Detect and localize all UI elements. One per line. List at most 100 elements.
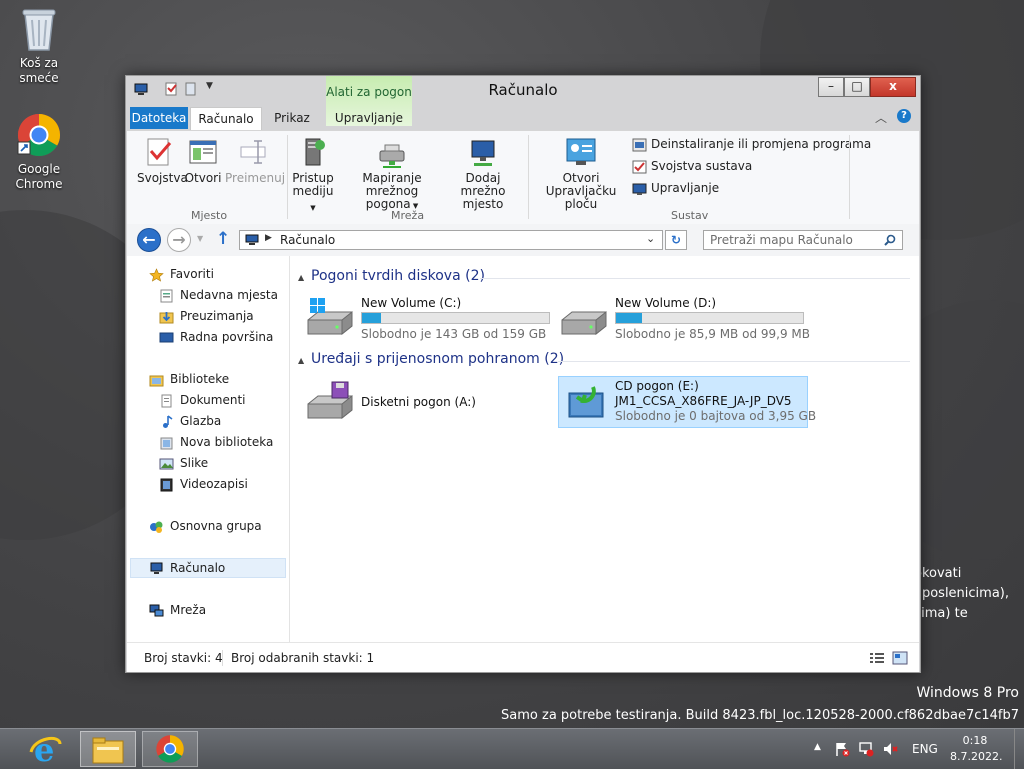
nav-recent-places[interactable]: Nedavna mjesta [159, 285, 278, 305]
volume-muted-icon[interactable] [882, 741, 898, 757]
properties-button[interactable]: Svojstva [137, 137, 188, 185]
tiles-view-icon[interactable] [892, 651, 908, 665]
floppy-drive-a[interactable]: Disketni pogon (A:) [306, 378, 556, 426]
tab-computer[interactable]: Računalo [190, 107, 262, 130]
chrome-icon [156, 735, 184, 763]
recycle-bin-desktop-icon[interactable]: Koš za smeće [0, 6, 78, 86]
taskbar: e ▲ ENG 0:18 8.7.2022. [0, 728, 1024, 769]
removable-storage-section-header[interactable]: Uređaji s prijenosnom pohranom (2) [311, 351, 564, 367]
tab-file[interactable]: Datoteka [130, 107, 188, 129]
media-server-icon [305, 138, 325, 166]
background-text-1: okovati [914, 566, 962, 581]
input-language-indicator[interactable]: ENG [912, 742, 938, 756]
taskbar-internet-explorer[interactable]: e [18, 731, 74, 767]
floppy-drive-icon [307, 381, 353, 420]
hard-drives-section-header[interactable]: Pogoni tvrdih diskova (2) [311, 268, 485, 284]
address-path: Računalo [280, 233, 336, 247]
close-button[interactable]: x [870, 77, 916, 97]
nav-downloads[interactable]: Preuzimanja [159, 306, 254, 326]
nav-homegroup-label: Osnovna grupa [170, 519, 262, 533]
nav-pictures-label: Slike [180, 456, 209, 470]
taskbar-file-explorer[interactable] [80, 731, 136, 767]
open-button[interactable]: Otvori [183, 137, 223, 185]
nav-homegroup[interactable]: Osnovna grupa [149, 516, 262, 536]
uninstall-icon [632, 138, 647, 151]
nav-libraries[interactable]: Biblioteke [149, 369, 229, 389]
nav-videos[interactable]: Videozapisi [159, 474, 248, 494]
videos-icon [160, 478, 173, 491]
ribbon: Svojstva Otvori Preimenuj Mjesto Pristup… [127, 130, 919, 225]
nav-computer[interactable]: Računalo [149, 558, 225, 578]
help-icon[interactable]: ? [897, 109, 911, 123]
taskbar-chrome[interactable] [142, 731, 198, 767]
map-network-drive-button[interactable]: Mapiranje mrežnog pogona ▼ [339, 137, 445, 213]
drive-c[interactable]: New Volume (C:) Slobodno je 143 GB od 15… [306, 294, 556, 344]
clock[interactable]: 0:18 8.7.2022. [950, 733, 1003, 765]
drive-c-free-space: Slobodno je 143 GB od 159 GB [361, 327, 547, 341]
tab-manage[interactable]: Upravljanje [329, 107, 409, 129]
network-status-icon[interactable] [858, 741, 874, 757]
chrome-desktop-icon[interactable]: Google Chrome [0, 112, 78, 192]
library-icon [160, 437, 173, 449]
manage-button[interactable]: Upravljanje [632, 179, 719, 197]
up-arrow-icon[interactable]: ↑ [216, 229, 230, 249]
rename-button: Preimenuj [225, 137, 285, 185]
network-icon [149, 604, 164, 616]
address-dropdown-icon[interactable]: ⌄ [646, 232, 655, 245]
clock-date: 8.7.2022. [950, 750, 1003, 763]
collapse-group-icon[interactable]: ▲ [298, 273, 304, 282]
minimize-button[interactable]: – [818, 77, 844, 97]
details-view-icon[interactable] [869, 651, 885, 665]
recycle-bin-label: Koš za smeće [19, 56, 59, 85]
drive-c-name: New Volume (C:) [361, 296, 462, 310]
forward-button[interactable]: → [167, 228, 191, 252]
back-button[interactable]: ← [137, 228, 161, 252]
system-properties-button[interactable]: Svojstva sustava [632, 157, 752, 175]
nav-downloads-label: Preuzimanja [180, 309, 254, 323]
nav-desktop[interactable]: Radna površina [159, 327, 273, 347]
nav-network[interactable]: Mreža [149, 600, 206, 620]
collapse-ribbon-icon[interactable]: ︿ [875, 109, 887, 126]
libraries-icon [149, 375, 164, 386]
build-watermark: Samo za potrebe testiranja. Build 8423.f… [501, 708, 1019, 723]
pictures-icon [159, 458, 174, 469]
drive-d[interactable]: New Volume (D:) Slobodno je 85,9 MB od 9… [560, 294, 810, 344]
address-bar[interactable]: ▶ Računalo ⌄ [239, 230, 663, 250]
recent-locations-icon[interactable]: ▼ [197, 234, 203, 243]
add-network-location-button[interactable]: Dodaj mrežno mjesto [443, 137, 523, 211]
uninstall-program-button[interactable]: Deinstaliranje ili promjena programa [632, 135, 871, 153]
nav-favorites-label: Favoriti [170, 267, 214, 281]
open-control-panel-button[interactable]: Otvori Upravljačku ploču [531, 137, 631, 211]
refresh-button[interactable]: ↻ [665, 230, 687, 250]
tab-view[interactable]: Prikaz [267, 107, 317, 129]
drive-c-usage-bar [361, 312, 550, 324]
title-bar[interactable]: ▼ Alati za pogon Računalo – □ x [126, 76, 920, 126]
action-center-flag-icon[interactable] [834, 741, 850, 757]
search-input[interactable]: Pretraži mapu Računalo [703, 230, 903, 250]
system-properties-label: Svojstva sustava [651, 159, 753, 173]
drive-c-usage-fill [362, 313, 381, 323]
explorer-window: ▼ Alati za pogon Računalo – □ x Datoteka… [125, 75, 921, 673]
show-hidden-icons-icon[interactable]: ▲ [814, 742, 821, 752]
access-media-button[interactable]: Pristup mediju ▼ [291, 137, 335, 215]
cd-drive-name: CD pogon (E:) [615, 379, 699, 393]
nav-pictures[interactable]: Slike [159, 453, 208, 473]
show-desktop-button[interactable] [1014, 729, 1024, 769]
nav-new-library[interactable]: Nova biblioteka [159, 432, 273, 452]
access-media-label-2: mediju [292, 184, 334, 198]
nav-new-library-label: Nova biblioteka [180, 435, 274, 449]
nav-documents[interactable]: Dokumenti [159, 390, 245, 410]
nav-music[interactable]: Glazba [159, 411, 221, 431]
cd-drive-e[interactable]: CD pogon (E:) JM1_CCSA_X86FRE_JA-JP_DV5 … [558, 376, 816, 428]
recent-places-icon [160, 289, 173, 302]
computer-small-icon [245, 234, 259, 245]
maximize-button[interactable]: □ [844, 77, 870, 97]
drive-d-usage-fill [616, 313, 643, 323]
breadcrumb-separator-icon: ▶ [265, 233, 272, 243]
nav-favorites[interactable]: Favoriti [149, 264, 214, 284]
control-panel-label-2: Upravljačku ploču [545, 184, 617, 211]
collapse-group-icon[interactable]: ▲ [298, 356, 304, 365]
rename-label: Preimenuj [225, 171, 286, 185]
uninstall-label: Deinstaliranje ili promjena programa [651, 137, 872, 151]
cd-drive-autoplay-icon [568, 386, 604, 418]
